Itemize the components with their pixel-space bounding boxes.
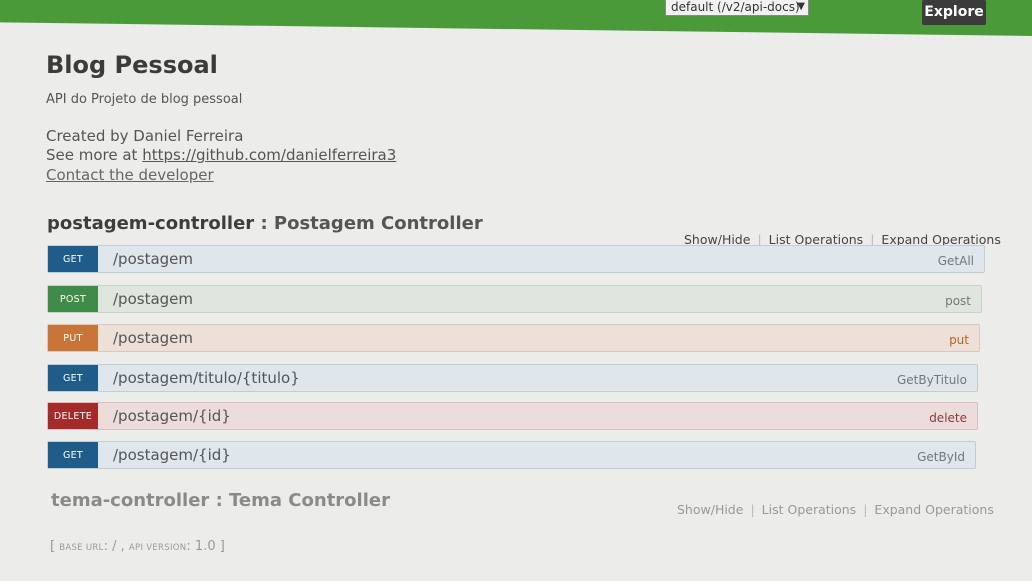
operation-put-postagem[interactable]: PUT /postagem put	[47, 324, 980, 352]
list-operations-link[interactable]: List Operations	[762, 502, 857, 517]
operation-get-postagem-titulo[interactable]: GET /postagem/titulo/{titulo} GetByTitul…	[47, 364, 978, 392]
see-more: See more at https://github.com/danielfer…	[46, 146, 396, 164]
operation-post-postagem[interactable]: POST /postagem post	[47, 285, 982, 313]
operation-path[interactable]: /postagem	[113, 246, 193, 272]
operation-path[interactable]: /postagem/{id}	[113, 403, 231, 429]
resource-header-tema[interactable]: tema-controller : Tema Controller	[51, 490, 390, 511]
http-method-badge[interactable]: GET	[48, 442, 98, 468]
http-method-badge[interactable]: POST	[48, 286, 98, 312]
operation-path[interactable]: /postagem/titulo/{titulo}	[113, 365, 300, 391]
created-by: Created by Daniel Ferreira	[46, 127, 244, 145]
api-docs-select[interactable]: default (/v2/api-docs) ▼	[665, 0, 809, 16]
api-title: Blog Pessoal	[46, 51, 218, 79]
resource-description: Tema Controller	[229, 490, 390, 511]
show-hide-link[interactable]: Show/Hide	[677, 502, 743, 517]
api-docs-select-value: default (/v2/api-docs)	[671, 0, 800, 14]
resource-separator: :	[209, 490, 230, 511]
http-method-badge[interactable]: GET	[48, 246, 98, 272]
operation-get-postagem-id[interactable]: GET /postagem/{id} GetById	[47, 441, 976, 469]
resource-name[interactable]: tema-controller	[51, 490, 209, 511]
resource-name[interactable]: postagem-controller	[47, 213, 254, 234]
operation-path[interactable]: /postagem	[113, 286, 193, 312]
operation-path[interactable]: /postagem/{id}	[113, 442, 231, 468]
operation-get-postagem[interactable]: GET /postagem GetAll	[47, 245, 985, 273]
divider: |	[750, 502, 755, 517]
operation-name[interactable]: GetAll	[938, 246, 974, 276]
api-version-label: API VERSION	[128, 543, 187, 553]
expand-operations-link[interactable]: Expand Operations	[874, 502, 993, 517]
resource-separator: :	[254, 213, 274, 234]
footer-open: [	[50, 539, 60, 554]
operation-path[interactable]: /postagem	[113, 325, 193, 351]
operation-name[interactable]: GetByTitulo	[897, 365, 967, 395]
base-url-footer: [ BASE URL: / , API VERSION: 1.0 ]	[50, 539, 225, 554]
http-method-badge[interactable]: PUT	[48, 325, 98, 351]
resource-description: Postagem Controller	[273, 213, 483, 234]
base-url-label: BASE URL	[59, 543, 104, 553]
explore-button[interactable]: Explore	[922, 0, 986, 25]
api-version-value: : 1.0 ]	[186, 539, 225, 554]
http-method-badge[interactable]: DELETE	[48, 403, 98, 429]
operation-name[interactable]: put	[949, 325, 969, 355]
divider: |	[863, 502, 868, 517]
resource-header-postagem[interactable]: postagem-controller : Postagem Controlle…	[47, 213, 483, 234]
chevron-down-icon: ▼	[797, 1, 805, 12]
resource-actions-tema: Show/Hide | List Operations | Expand Operati…	[677, 502, 994, 517]
see-more-prefix: See more at	[46, 146, 143, 164]
operation-name[interactable]: post	[945, 286, 971, 316]
github-link[interactable]: https://github.com/danielferreira3	[142, 146, 396, 164]
operation-name[interactable]: GetById	[917, 442, 965, 472]
operation-name[interactable]: delete	[929, 403, 967, 433]
http-method-badge[interactable]: GET	[48, 365, 98, 391]
operation-delete-postagem-id[interactable]: DELETE /postagem/{id} delete	[47, 402, 978, 430]
contact-developer-link[interactable]: Contact the developer	[46, 166, 214, 184]
top-header-bar	[0, 0, 1032, 36]
api-description: API do Projeto de blog pessoal	[46, 92, 243, 107]
base-url-value: : / ,	[103, 539, 129, 554]
